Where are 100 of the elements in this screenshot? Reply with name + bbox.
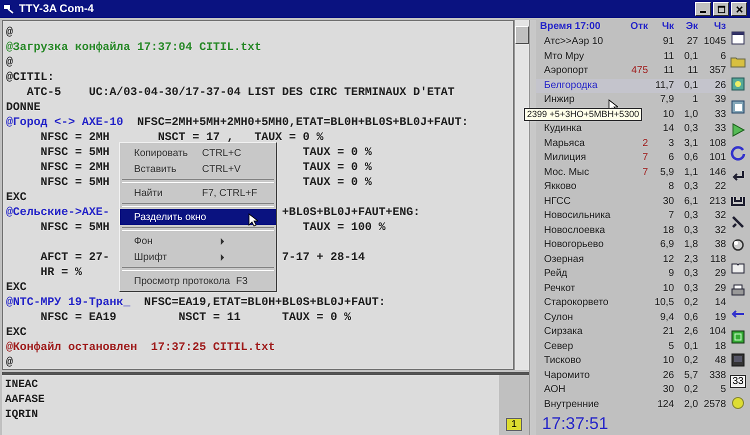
table-cell-text: 0,2 (684, 354, 698, 368)
table-cell-text: 213 (709, 194, 726, 208)
table-cell-text: 10 (662, 282, 674, 296)
console-text: TAUX = 100 % (302, 220, 386, 235)
table-cell-text: 6 (720, 50, 726, 64)
table-cell-text: 0,2 (684, 296, 698, 310)
column-header[interactable]: Время 17:00 (536, 20, 600, 35)
console-text: NFSC = EA19 NSCT = 11 TAUX = 0 % (40, 310, 352, 325)
table-cell-text: 1,8 (684, 238, 698, 252)
maximize-button[interactable] (713, 2, 729, 16)
table-cell-text: 357 (709, 64, 726, 78)
table-cell-text: 14 (662, 122, 674, 136)
grid-icon[interactable] (730, 329, 746, 345)
table-cell-text: 29 (714, 267, 726, 281)
input-line: IQRIN (5, 408, 40, 423)
menu-item[interactable]: Шрифт (120, 249, 276, 265)
table-cell-text: Атс>>Аэр 10 (543, 35, 604, 49)
table-cell-text: 32 (714, 224, 726, 238)
table-cell-text: 101 (709, 151, 726, 165)
menu-item[interactable]: Найти F7, CTRL+F (120, 185, 276, 201)
menu-item[interactable]: Вставить CTRL+V (120, 161, 276, 177)
table-cell-text: Инжир (543, 93, 575, 107)
play-icon[interactable] (730, 122, 746, 138)
table-cell-text: Кудинка (543, 122, 582, 136)
table-cell-text: Озерная (543, 252, 584, 266)
group-label[interactable]: @Сельские->АХЕ- (6, 205, 110, 220)
table-cell-text: 0,1 (684, 340, 698, 354)
close-icon (734, 4, 744, 14)
scrollbar[interactable] (514, 20, 530, 370)
table-cell-text: Север (543, 340, 574, 354)
table-cell-text: 5,9 (660, 166, 674, 180)
console-text: NFSC=EA19,ETAT=BL0H+BL0S+BL0J+FAUT: (143, 295, 386, 310)
table-cell-text: Марьяса (543, 136, 585, 150)
console-text: NFSC=2МН+5МН+2МН0+5МН0,ETAT=BL0H+BL0S+BL0J+FAUT: (136, 115, 468, 130)
window-icon[interactable] (730, 30, 746, 46)
column-header[interactable]: Чк (662, 20, 674, 35)
submenu-arrow-icon (220, 254, 225, 260)
table-cell-text: 146 (709, 166, 726, 180)
table-cell-text: 9 (668, 267, 674, 281)
table-cell-text: 48 (714, 354, 726, 368)
menu-item[interactable]: Разделить окно (120, 209, 276, 225)
table-cell-text: 2 (642, 136, 648, 150)
input-line: INEAC (5, 378, 40, 393)
menu-item[interactable]: Копировать CTRL+C (120, 145, 276, 161)
console-text: NFSC = 5МН (40, 175, 110, 190)
table-cell-text: 22 (714, 180, 726, 194)
table-cell-text: 26 (662, 368, 674, 382)
table-cell-text: 0,3 (684, 224, 698, 238)
ball-icon[interactable] (730, 395, 746, 411)
table-cell-text: Тисково (543, 354, 582, 368)
table-cell-text: 1,1 (684, 166, 698, 180)
table-cell-text: 5,7 (684, 368, 698, 382)
table-cell-text: 32 (714, 209, 726, 223)
table-cell-text: 5 (720, 383, 726, 397)
table-cell-text: 2,6 (684, 325, 698, 339)
table-cell-text: 0,3 (684, 282, 698, 296)
column-header[interactable]: Чз (714, 20, 726, 35)
table-cell-text: 10,5 (654, 296, 674, 310)
picture-frame-icon[interactable] (730, 76, 746, 92)
column-header[interactable]: Отк (630, 20, 648, 35)
close-button[interactable] (731, 2, 747, 16)
console-text: DONNE (6, 100, 41, 115)
table-cell-text: Якково (543, 180, 576, 194)
table-cell-text: 12 (662, 252, 674, 266)
submenu-arrow-icon (220, 238, 225, 244)
tooltip: 2399 +5+3НО+5МВН+5300 (524, 108, 642, 120)
console-text: @ (6, 355, 13, 370)
monitor-icon[interactable] (730, 352, 746, 368)
minimize-button[interactable] (695, 2, 711, 16)
table-cell-text: 29 (714, 282, 726, 296)
group-label[interactable]: @NTC-МРУ 19-Транк_ (6, 295, 130, 310)
table-cell-text: 27 (686, 35, 698, 49)
menu-item[interactable]: Фон (120, 233, 276, 249)
table-cell-text: 0,2 (684, 383, 698, 397)
table-cell-text: Рейд (543, 267, 568, 281)
sphere-icon[interactable] (730, 237, 746, 253)
console-text: +BL0S+BL0J+FAUT+ENG: (282, 205, 420, 220)
console-text: @CITIL: (6, 70, 54, 85)
table-cell-text: Внутренние (543, 398, 600, 412)
table-cell-text: 0,1 (684, 78, 698, 92)
menu-item[interactable]: Просмотр протокола F3 (120, 273, 276, 289)
table-cell-text: Речкот (543, 282, 576, 296)
group-label[interactable]: @Город <-> АХЕ-10 (6, 115, 124, 130)
table-cell-text: 6 (668, 151, 674, 165)
table-cell-text: 11 (688, 64, 698, 78)
document-icon[interactable] (730, 99, 746, 115)
table-cell-text: 3 (668, 136, 674, 150)
console-text: HR = % (40, 265, 82, 280)
console-text: EXC (6, 190, 27, 205)
table-cell-text: 7 (668, 209, 674, 223)
table-cell-text: 475 (631, 64, 648, 78)
console-text: TAUX = 0 % (302, 175, 372, 190)
console-text: AFCT = 27- (40, 250, 110, 265)
table-cell-text: 0,1 (684, 50, 698, 64)
refresh-icon[interactable] (730, 145, 746, 161)
table-cell-text: 18 (662, 224, 674, 238)
app-icon (3, 3, 15, 15)
column-header[interactable]: Эк (686, 20, 698, 35)
console-text: TAUX = 0 % (302, 160, 372, 175)
table-cell-text: Белгородка (543, 78, 598, 92)
